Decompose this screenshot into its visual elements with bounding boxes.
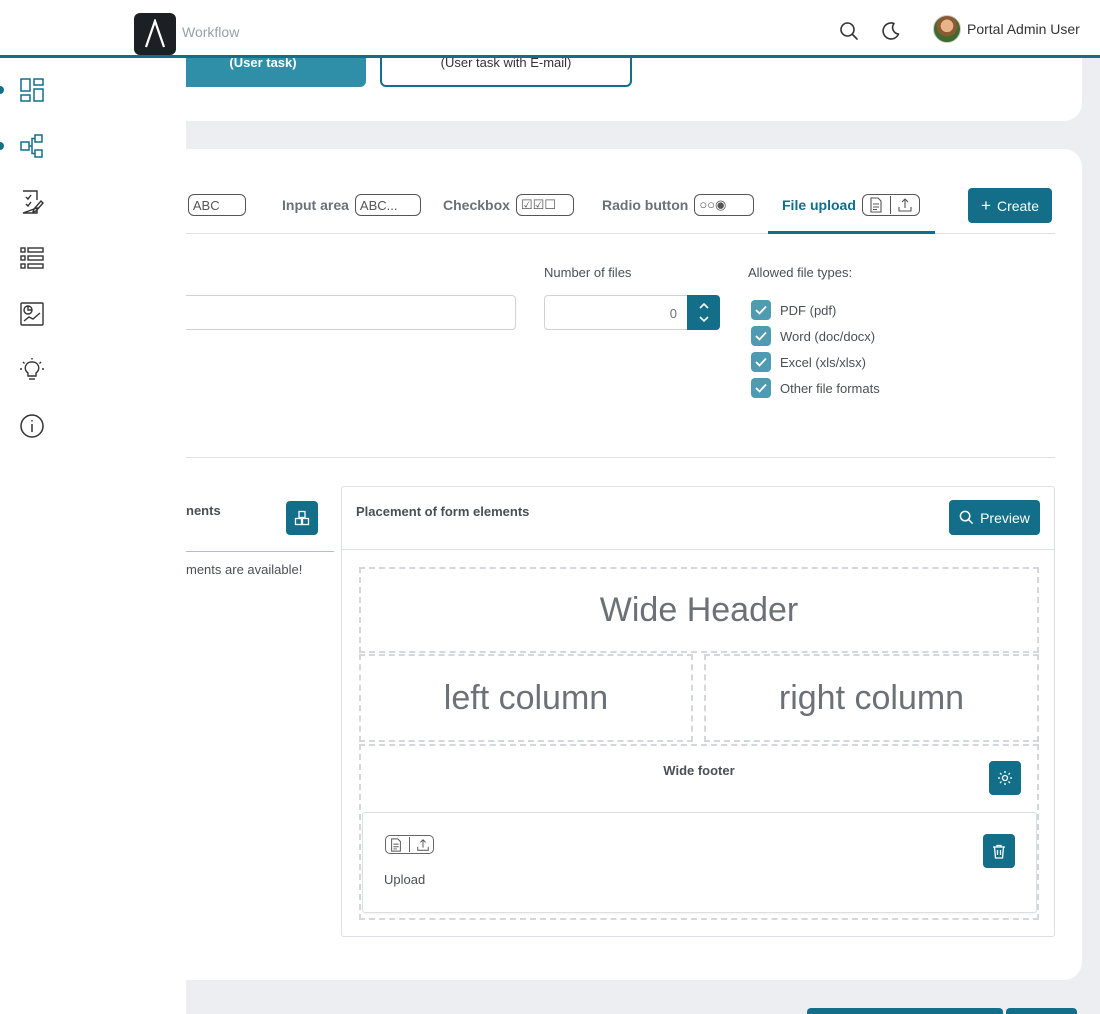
- tab-file-upload[interactable]: File upload: [782, 194, 920, 216]
- tab-input-field[interactable]: l ABC: [178, 194, 246, 216]
- sidebar: [0, 58, 186, 1014]
- report-icon[interactable]: [18, 300, 46, 328]
- gear-icon: [998, 771, 1012, 785]
- user-name: Portal Admin User: [967, 21, 1080, 37]
- user-menu[interactable]: Portal Admin User: [933, 15, 1080, 43]
- preview-button[interactable]: Preview: [949, 500, 1040, 535]
- element-type-tabs: l ABC Input area ABC... Checkbox ☑☑☐ Rad…: [178, 186, 1055, 234]
- dashboard-icon[interactable]: [18, 76, 46, 104]
- moon-icon[interactable]: [879, 19, 903, 43]
- number-of-files-value: 0: [669, 306, 677, 321]
- search-icon[interactable]: [837, 19, 861, 43]
- checkbox-checked[interactable]: [751, 378, 771, 398]
- number-stepper[interactable]: [687, 295, 720, 330]
- cubes-icon: [294, 510, 310, 526]
- avatar: [933, 15, 961, 43]
- elements-cluster-button[interactable]: [286, 501, 318, 535]
- file-upload-icon: [385, 835, 434, 854]
- upload-form-element[interactable]: Upload: [362, 812, 1037, 913]
- available-elements-panel: nents ments are available!: [186, 486, 334, 937]
- wide-footer-zone[interactable]: Wide footer Upload: [359, 744, 1039, 920]
- input-field-icon: ABC: [187, 194, 246, 216]
- breadcrumb[interactable]: Workflow: [182, 24, 239, 40]
- checkbox-checked[interactable]: [751, 326, 771, 346]
- file-type-pdf[interactable]: PDF (pdf): [751, 300, 836, 320]
- file-type-other[interactable]: Other file formats: [751, 378, 880, 398]
- plus-icon: +: [981, 196, 991, 215]
- bottom-secondary-button[interactable]: [1006, 1008, 1077, 1014]
- wide-header-zone[interactable]: Wide Header: [359, 567, 1039, 653]
- right-column-zone[interactable]: right column: [704, 654, 1039, 742]
- checkbox-checked[interactable]: [751, 352, 771, 372]
- lightbulb-icon[interactable]: [18, 356, 46, 384]
- create-button[interactable]: + Create: [968, 188, 1052, 223]
- checkbox-icon: ☑☑☐: [515, 194, 574, 216]
- placement-title: Placement of form elements: [356, 504, 530, 519]
- brand-logo[interactable]: [134, 13, 176, 55]
- radio-button-icon: ○○◉: [694, 194, 755, 216]
- input-area-icon: ABC...: [354, 194, 421, 216]
- name-input[interactable]: [186, 295, 516, 330]
- active-indicator: [0, 142, 4, 150]
- tab-checkbox[interactable]: Checkbox ☑☑☐: [443, 194, 574, 216]
- number-of-files-label: Number of files: [544, 265, 632, 280]
- info-icon[interactable]: [18, 412, 46, 440]
- trash-icon: [993, 844, 1005, 859]
- footer-settings-button[interactable]: [989, 761, 1021, 795]
- number-of-files-input[interactable]: 0: [544, 295, 720, 330]
- section-divider: [186, 457, 1055, 458]
- allowed-file-types-label: Allowed file types:: [748, 265, 853, 280]
- active-indicator: [0, 86, 4, 94]
- delete-element-button[interactable]: [983, 834, 1015, 868]
- available-elements-title: nents: [186, 503, 221, 518]
- upload-element-label: Upload: [384, 872, 426, 887]
- tab-radio-button[interactable]: Radio button ○○◉: [602, 194, 755, 216]
- no-elements-message: ments are available!: [186, 562, 303, 577]
- wide-footer-title: Wide footer: [663, 763, 735, 778]
- left-column-zone[interactable]: left column: [359, 654, 693, 742]
- search-icon: [959, 510, 974, 525]
- file-type-excel[interactable]: Excel (xls/xlsx): [751, 352, 866, 372]
- checkbox-checked[interactable]: [751, 300, 771, 320]
- file-upload-icon: [861, 194, 920, 216]
- chevron-up-icon: [698, 302, 709, 309]
- bottom-action-button[interactable]: [807, 1008, 1003, 1014]
- list-icon[interactable]: [18, 244, 46, 272]
- tab-input-area[interactable]: Input area ABC...: [282, 194, 421, 216]
- workflow-icon[interactable]: [18, 132, 46, 160]
- available-elements-header: nents: [186, 486, 334, 552]
- placement-header: Placement of form elements Preview: [342, 487, 1054, 550]
- active-tab-indicator: [768, 231, 935, 234]
- file-type-word[interactable]: Word (doc/docx): [751, 326, 875, 346]
- chevron-down-icon: [698, 316, 709, 323]
- placement-panel: Placement of form elements Preview Wide …: [341, 486, 1055, 937]
- form-edit-icon[interactable]: [18, 188, 46, 216]
